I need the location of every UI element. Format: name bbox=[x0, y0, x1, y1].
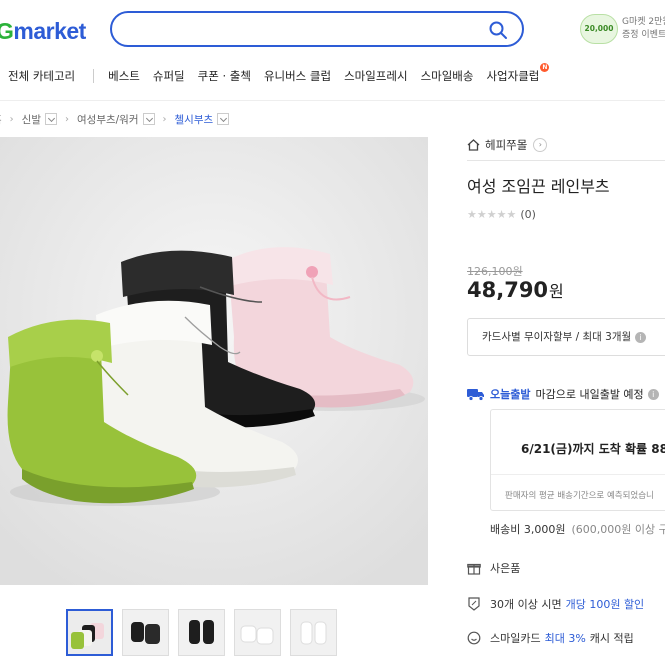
chevron-down-icon[interactable] bbox=[142, 113, 155, 125]
info-icon[interactable]: i bbox=[647, 388, 659, 400]
nav-item-coupon[interactable]: 쿠폰 · 출첵 bbox=[198, 68, 251, 84]
header-divider bbox=[0, 100, 665, 101]
truck-icon bbox=[467, 389, 484, 401]
breadcrumb-women-boots[interactable]: 여성부츠/워커 bbox=[77, 112, 139, 127]
today-shipping: 오늘출발 마감으로 내일출발 예정 i bbox=[467, 386, 659, 402]
promo-badge[interactable]: 20,000 bbox=[580, 14, 618, 44]
new-badge: N bbox=[540, 63, 550, 72]
nav-item-universe-club[interactable]: 유니버스 클럽 bbox=[264, 68, 331, 84]
thumbnail-1[interactable] bbox=[66, 609, 113, 656]
bulk-discount-row[interactable]: 30개 이상 시면 개당 100원 할인 bbox=[467, 596, 644, 612]
nav-item-smile-delivery[interactable]: 스마일배송 bbox=[421, 68, 474, 84]
sale-price: 48,790원 bbox=[467, 278, 564, 302]
search-input[interactable] bbox=[128, 13, 488, 45]
chevron-right-icon: › bbox=[533, 138, 548, 152]
delivery-divider bbox=[491, 474, 665, 475]
thumbnail-black-front bbox=[179, 610, 224, 655]
thumbnail-2[interactable] bbox=[122, 609, 169, 656]
gmarket-logo[interactable]: Gmarket bbox=[0, 18, 86, 45]
thumbnail-strip bbox=[66, 609, 346, 656]
breadcrumb-home[interactable]: 홈 bbox=[0, 112, 2, 127]
discount-icon bbox=[468, 597, 480, 611]
boots-illustration bbox=[0, 137, 428, 585]
card-installment-box[interactable]: 카드사별 무이자할부 / 최대 3개월 i bbox=[467, 318, 665, 356]
info-icon[interactable]: i bbox=[635, 331, 647, 343]
all-categories-menu[interactable]: 전체 카테고리 bbox=[8, 68, 75, 84]
smile-icon bbox=[467, 631, 481, 645]
nav-divider bbox=[93, 69, 95, 83]
thumbnail-black-pair bbox=[123, 610, 168, 655]
breadcrumb-chelsea-boots[interactable]: 첼시부츠 bbox=[175, 112, 214, 127]
chevron-right-icon: › bbox=[162, 113, 167, 125]
delivery-note: 판매자의 평균 배송기간으로 예측되었습니 bbox=[505, 491, 654, 501]
nav-item-superdeal[interactable]: 슈퍼딜 bbox=[153, 68, 185, 84]
chevron-right-icon: › bbox=[9, 113, 14, 125]
thumbnail-white-front bbox=[291, 610, 336, 655]
chevron-down-icon[interactable] bbox=[217, 113, 230, 125]
thumbnail-4[interactable] bbox=[234, 609, 281, 656]
gift-icon bbox=[467, 563, 481, 575]
original-price: 126,100원 bbox=[467, 265, 523, 278]
breadcrumb: 홈 › 신발 › 여성부츠/워커 › 첼시부츠 bbox=[0, 111, 230, 127]
thumbnail-white-pair bbox=[235, 610, 280, 655]
shipping-fee: 배송비 3,000원 (600,000원 이상 구 bbox=[490, 521, 665, 537]
shipping-condition: (600,000원 이상 구 bbox=[571, 523, 665, 536]
chevron-right-icon: › bbox=[65, 113, 69, 125]
shop-name: 헤피쭈몰 bbox=[485, 138, 528, 152]
nav-item-business-club[interactable]: 사업자클럽 N bbox=[486, 63, 550, 84]
product-main-image[interactable] bbox=[0, 137, 428, 585]
today-text: 마감으로 내일출발 예정 bbox=[535, 388, 644, 401]
gift-row[interactable]: 사은품 bbox=[467, 560, 520, 576]
rating[interactable]: ★★★★★ (0) bbox=[467, 208, 536, 221]
today-label: 오늘출발 bbox=[490, 388, 531, 401]
promo-text[interactable]: G마켓 2만원 증정 이벤트 bbox=[622, 16, 665, 42]
product-title: 여성 조임끈 레인부츠 bbox=[467, 177, 610, 196]
search-icon[interactable] bbox=[488, 20, 508, 40]
chevron-down-icon[interactable] bbox=[45, 113, 57, 125]
nav-item-best[interactable]: 베스트 bbox=[108, 68, 140, 84]
search-bar[interactable] bbox=[110, 11, 524, 47]
delivery-eta: 6/21(금)까지 도착 확률 88 bbox=[521, 442, 665, 456]
review-count: (0) bbox=[520, 208, 536, 221]
smilecard-row[interactable]: 스마일카드 최대 3% 캐시 적립 bbox=[467, 630, 634, 646]
nav-item-smile-fresh[interactable]: 스마일프레시 bbox=[344, 68, 407, 84]
star-rating-icon: ★★★★★ bbox=[467, 208, 517, 221]
thumbnail-3[interactable] bbox=[178, 609, 225, 656]
shop-divider bbox=[467, 160, 665, 161]
breadcrumb-shoes[interactable]: 신발 bbox=[22, 112, 41, 127]
delivery-estimate-box: 6/21(금)까지 도착 확률 88 판매자의 평균 배송기간으로 예측되었습니 bbox=[490, 409, 665, 511]
home-icon bbox=[467, 139, 480, 151]
thumbnail-all-colors bbox=[68, 611, 111, 654]
thumbnail-5[interactable] bbox=[290, 609, 337, 656]
main-nav: 전체 카테고리 베스트 슈퍼딜 쿠폰 · 출첵 유니버스 클럽 스마일프레시 스… bbox=[0, 63, 552, 86]
shop-link[interactable]: 헤피쭈몰 › bbox=[467, 137, 548, 153]
